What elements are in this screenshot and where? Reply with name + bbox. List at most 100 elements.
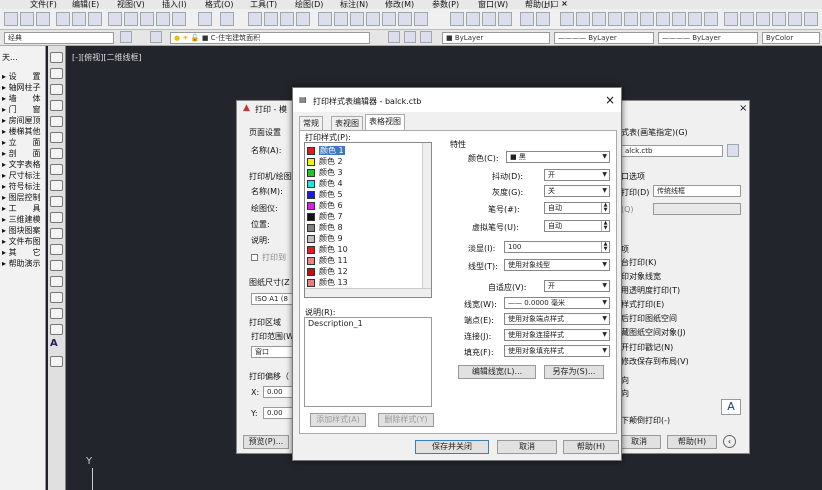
undo-icon[interactable] xyxy=(198,12,212,26)
panel-item-text-table[interactable]: ▸ 文字表格 xyxy=(2,159,41,170)
panel-item-room[interactable]: ▸ 房间屋顶 xyxy=(2,115,41,126)
continue-dim-icon[interactable] xyxy=(704,12,718,26)
menu-format[interactable]: 格式(O) xyxy=(205,0,234,9)
gradient-icon[interactable] xyxy=(50,292,63,303)
option-save-layout[interactable]: 修改保存到布局(V) xyxy=(621,356,689,367)
print-style-row[interactable]: 颜色 12 xyxy=(307,266,417,277)
print-style-row[interactable]: 颜色 1 xyxy=(307,145,417,156)
workspace-settings-icon[interactable] xyxy=(120,31,132,43)
print-style-row[interactable]: 颜色 10 xyxy=(307,244,417,255)
panel-item-section[interactable]: ▸ 剖 面 xyxy=(2,148,41,159)
markup-icon[interactable] xyxy=(382,12,396,26)
sheet-set-icon[interactable] xyxy=(366,12,380,26)
editor-close-icon[interactable]: × xyxy=(605,93,615,107)
endpoint-select[interactable]: 使用对象端点样式 ▼ xyxy=(504,313,610,325)
tab-general[interactable]: 常规 xyxy=(299,116,323,130)
panel-item-wall[interactable]: ▸ 墙 体 xyxy=(2,93,41,104)
option-lineweights[interactable]: 印对象线宽 xyxy=(621,271,661,282)
paste-icon[interactable] xyxy=(140,12,154,26)
linetype-select[interactable]: 使用对象线型 ▼ xyxy=(504,259,610,271)
dim-style-icon[interactable] xyxy=(466,12,480,26)
arc-icon[interactable] xyxy=(50,132,63,143)
panel-item-layer[interactable]: ▸ 图层控制 xyxy=(2,192,41,203)
print-style-row[interactable]: 颜色 3 xyxy=(307,167,417,178)
hatch-icon[interactable] xyxy=(50,276,63,287)
editor-help-button[interactable]: 帮助(H) xyxy=(563,440,619,454)
save-icon[interactable] xyxy=(36,12,50,26)
tab-form-view[interactable]: 表格视图 xyxy=(365,114,405,130)
dim-style-control-icon[interactable] xyxy=(804,12,818,26)
linetype-select[interactable]: ———— ByLayer xyxy=(554,32,654,44)
match-properties-icon[interactable] xyxy=(156,12,170,26)
orientation-upside-down[interactable]: 下颠倒打印(-) xyxy=(621,415,670,426)
spin-down-icon[interactable]: ▼ xyxy=(601,226,609,231)
menu-draw[interactable]: 绘图(D) xyxy=(295,0,323,9)
offset-y-input[interactable]: 0.00 xyxy=(263,407,293,419)
standards-icon[interactable] xyxy=(520,12,534,26)
dimension-angular-icon[interactable] xyxy=(656,12,670,26)
collapse-icon[interactable]: ‹ xyxy=(723,435,736,448)
panel-item-3d[interactable]: ▸ 三维建模 xyxy=(2,214,41,225)
menu-view[interactable]: 视图(V) xyxy=(117,0,145,9)
menu-file[interactable]: 文件(F) xyxy=(30,0,57,9)
lineweight-select[interactable]: —— 0.0000 毫米 ▼ xyxy=(504,297,610,309)
menu-edit[interactable]: 编辑(E) xyxy=(72,0,99,9)
dimension-ordinate-icon[interactable] xyxy=(608,12,622,26)
layer-previous-icon[interactable] xyxy=(404,31,416,43)
edit-plot-style-icon[interactable] xyxy=(727,144,739,157)
color-select[interactable]: ■ ByLayer xyxy=(442,32,550,44)
panel-item-help[interactable]: ▸ 帮助演示 xyxy=(2,258,41,269)
panel-item-other[interactable]: ▸ 其 它 xyxy=(2,247,41,258)
make-block-icon[interactable] xyxy=(50,244,63,255)
print-style-row[interactable]: 颜色 6 xyxy=(307,200,417,211)
print-range-select[interactable]: 窗口 xyxy=(251,346,293,358)
option-plot-styles[interactable]: 样式打印(E) xyxy=(621,299,664,310)
print-to-file-checkbox[interactable] xyxy=(251,254,258,261)
print-style-row[interactable]: 颜色 2 xyxy=(307,156,417,167)
print-style-row[interactable]: 颜色 7 xyxy=(307,211,417,222)
color-select[interactable]: ■ 黑 ▼ xyxy=(506,151,610,163)
circle-icon[interactable] xyxy=(50,148,63,159)
save-close-button[interactable]: 保存并关闭 xyxy=(415,440,489,454)
layer-state-icon[interactable] xyxy=(420,31,432,43)
baseline-dim-icon[interactable] xyxy=(688,12,702,26)
spin-down-icon[interactable]: ▼ xyxy=(601,208,609,213)
copy-icon[interactable] xyxy=(124,12,138,26)
option-stamp[interactable]: 开打印戳记(N) xyxy=(621,342,673,353)
tool-palette-icon[interactable] xyxy=(350,12,364,26)
new-file-icon[interactable] xyxy=(4,12,18,26)
print-icon[interactable] xyxy=(56,12,70,26)
paper-size-select[interactable]: ISO A1 (8 xyxy=(251,293,293,305)
zoom-previous-icon[interactable] xyxy=(296,12,310,26)
join-select[interactable]: 使用对象连接样式 ▼ xyxy=(504,329,610,341)
preview-icon[interactable] xyxy=(72,12,86,26)
tab-table-view[interactable]: 表视图 xyxy=(331,116,363,130)
screening-input[interactable]: 100 ▲ ▼ xyxy=(504,241,610,253)
dimension-radius-icon[interactable] xyxy=(624,12,638,26)
line-icon[interactable] xyxy=(50,52,63,63)
panel-item-axis[interactable]: ▸ 轴网柱子 xyxy=(2,82,41,93)
cut-icon[interactable] xyxy=(108,12,122,26)
make-current-icon[interactable] xyxy=(388,31,400,43)
menu-insert[interactable]: 插入(I) xyxy=(162,0,187,9)
menu-modify[interactable]: 修改(M) xyxy=(385,0,414,9)
menu-dimension[interactable]: 标注(N) xyxy=(340,0,368,9)
text-style-icon[interactable] xyxy=(450,12,464,26)
properties-icon[interactable] xyxy=(318,12,332,26)
dimension-aligned-icon[interactable] xyxy=(576,12,590,26)
calculator-icon[interactable] xyxy=(398,12,412,26)
construction-line-icon[interactable] xyxy=(50,68,63,79)
edit-lineweights-button[interactable]: 编辑线宽(L)... xyxy=(458,365,536,379)
offset-x-input[interactable]: 0.00 xyxy=(263,386,293,398)
ellipse-arc-icon[interactable] xyxy=(50,212,63,223)
panel-item-elevation[interactable]: ▸ 立 面 xyxy=(2,137,41,148)
block-editor-icon[interactable] xyxy=(172,12,186,26)
ellipse-icon[interactable] xyxy=(50,196,63,207)
insert-block-icon[interactable] xyxy=(50,228,63,239)
dim-update-icon[interactable] xyxy=(788,12,802,26)
dimension-diameter-icon[interactable] xyxy=(640,12,654,26)
quick-dim-icon[interactable] xyxy=(672,12,686,26)
region-icon[interactable] xyxy=(50,308,63,319)
publish-icon[interactable] xyxy=(88,12,102,26)
editor-cancel-button[interactable]: 取消 xyxy=(497,440,557,454)
